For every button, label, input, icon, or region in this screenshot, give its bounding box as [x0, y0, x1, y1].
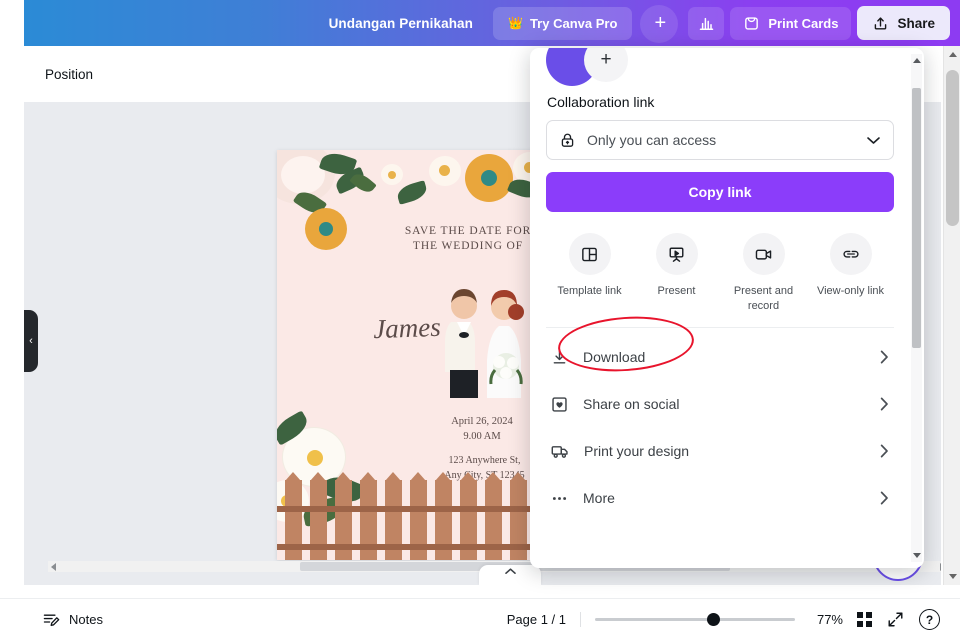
notes-icon: [42, 611, 60, 629]
position-button[interactable]: Position: [45, 67, 93, 82]
print-cards-label: Print Cards: [768, 15, 839, 31]
share-panel: + Collaboration link Only you can access: [530, 48, 924, 568]
upload-icon: [872, 15, 889, 32]
heart-square-icon: [550, 395, 569, 414]
help-icon[interactable]: ?: [919, 609, 940, 630]
bottom-bar: Notes Page 1 / 1 77% ?: [0, 598, 960, 640]
grid-view-icon[interactable]: [857, 612, 872, 627]
present-icon: [655, 233, 698, 275]
event-date-text[interactable]: April 26, 2024 9.00 AM: [397, 415, 547, 445]
insights-button[interactable]: [688, 6, 725, 40]
leaf: [395, 180, 429, 205]
delivery-truck-icon: [550, 441, 570, 461]
plus-icon: +: [600, 49, 612, 70]
quick-action-view-only-link[interactable]: View-only link: [807, 233, 894, 314]
print-cards-button[interactable]: Print Cards: [730, 6, 852, 40]
design-canvas[interactable]: SAVE THE DATE FOR THE WEDDING OF James A…: [277, 150, 547, 560]
quick-action-template-link[interactable]: Template link: [546, 233, 633, 314]
scroll-up-arrow-icon[interactable]: [949, 52, 957, 57]
zoom-slider[interactable]: [595, 613, 795, 627]
quick-action-label: View-only link: [816, 285, 885, 297]
fence-illustration: [277, 472, 547, 560]
zoom-slider-track: [595, 618, 795, 621]
envelope-icon: [743, 15, 760, 32]
zoom-level[interactable]: 77%: [809, 612, 843, 627]
daisy-center: [388, 171, 396, 179]
menu-item-download[interactable]: Download: [546, 312, 894, 381]
quick-action-label: Present and record: [733, 285, 794, 312]
couple-name-text[interactable]: James: [337, 311, 478, 347]
menu-item-more[interactable]: More: [546, 475, 894, 522]
menu-item-label: Print your design: [584, 443, 690, 460]
share-panel-content: + Collaboration link Only you can access: [530, 48, 910, 568]
access-level-select[interactable]: Only you can access: [546, 120, 894, 160]
quick-actions-row: Template link Present Present and record…: [546, 233, 894, 328]
quick-action-present[interactable]: Present: [633, 233, 720, 314]
bar-chart-icon: [698, 15, 715, 32]
scroll-thumb[interactable]: [946, 70, 959, 226]
download-icon: [550, 348, 569, 367]
chevron-up-icon: [504, 567, 517, 576]
chevron-right-icon: [879, 396, 890, 412]
sunflower-center: [319, 222, 333, 236]
menu-item-share-on-social[interactable]: Share on social: [546, 381, 894, 428]
chevron-down-icon[interactable]: [866, 135, 881, 145]
chevron-left-icon: ‹: [29, 335, 33, 347]
menu-item-label: More: [583, 490, 615, 507]
scroll-down-arrow-icon[interactable]: [913, 553, 921, 558]
crown-icon: 👑: [508, 16, 523, 30]
share-button[interactable]: Share: [857, 6, 950, 40]
plus-icon: +: [654, 12, 667, 34]
scroll-left-arrow-icon[interactable]: [51, 563, 56, 571]
notes-label: Notes: [69, 612, 103, 627]
sidebar-collapse-handle[interactable]: ‹: [24, 310, 38, 372]
daisy-center: [439, 165, 450, 176]
add-button[interactable]: +: [638, 4, 682, 43]
expand-icon[interactable]: [886, 610, 905, 629]
zoom-slider-knob[interactable]: [707, 613, 720, 626]
copy-link-label: Copy link: [688, 184, 752, 200]
try-canva-pro-label: Try Canva Pro: [529, 15, 618, 31]
share-menu: Download Share on social Print your desi…: [546, 312, 894, 522]
menu-item-label: Share on social: [583, 396, 680, 413]
browser-scrollbar[interactable]: [943, 46, 960, 585]
page-expand-tab[interactable]: [479, 565, 541, 585]
try-canva-pro-button[interactable]: 👑 Try Canva Pro: [493, 6, 633, 40]
save-the-date-text[interactable]: SAVE THE DATE FOR THE WEDDING OF: [363, 224, 547, 254]
document-title[interactable]: Undangan Pernikahan: [329, 16, 473, 31]
peony-inner: [281, 156, 325, 194]
quick-action-label: Present: [657, 285, 696, 297]
ellipsis-icon: [550, 489, 569, 508]
access-level-value: Only you can access: [587, 132, 717, 148]
bottom-bar-right: Page 1 / 1 77% ?: [507, 609, 940, 630]
menu-item-label: Download: [583, 349, 646, 366]
top-bar: Undangan Pernikahan 👑 Try Canva Pro + Pr…: [24, 0, 960, 46]
scroll-right-arrow-icon[interactable]: [940, 563, 941, 571]
left-gutter: [0, 102, 24, 585]
sunflower-center: [481, 170, 497, 186]
notes-button[interactable]: Notes: [42, 611, 103, 629]
link-icon: [829, 233, 872, 275]
scroll-up-arrow-icon[interactable]: [913, 58, 921, 63]
menu-item-print-your-design[interactable]: Print your design: [546, 428, 894, 475]
share-label: Share: [897, 15, 935, 31]
quick-action-label: Template link: [557, 285, 622, 297]
share-panel-scrollbar[interactable]: [911, 54, 922, 562]
chevron-right-icon: [879, 490, 890, 506]
canva-editor: Undangan Pernikahan 👑 Try Canva Pro + Pr…: [0, 0, 960, 640]
chevron-right-icon: [879, 349, 890, 365]
collaboration-link-heading: Collaboration link: [547, 94, 655, 110]
template-link-icon: [568, 233, 611, 275]
white-rose-center: [307, 450, 323, 466]
chevron-right-icon: [879, 443, 890, 459]
lock-icon: [559, 132, 576, 149]
scroll-thumb[interactable]: [912, 88, 921, 348]
scroll-down-arrow-icon[interactable]: [949, 574, 957, 579]
quick-action-present-and-record[interactable]: Present and record: [720, 233, 807, 314]
page-indicator: Page 1 / 1: [507, 612, 581, 627]
copy-link-button[interactable]: Copy link: [546, 172, 894, 212]
collaborators-row: +: [546, 48, 894, 86]
video-camera-icon: [742, 233, 785, 275]
